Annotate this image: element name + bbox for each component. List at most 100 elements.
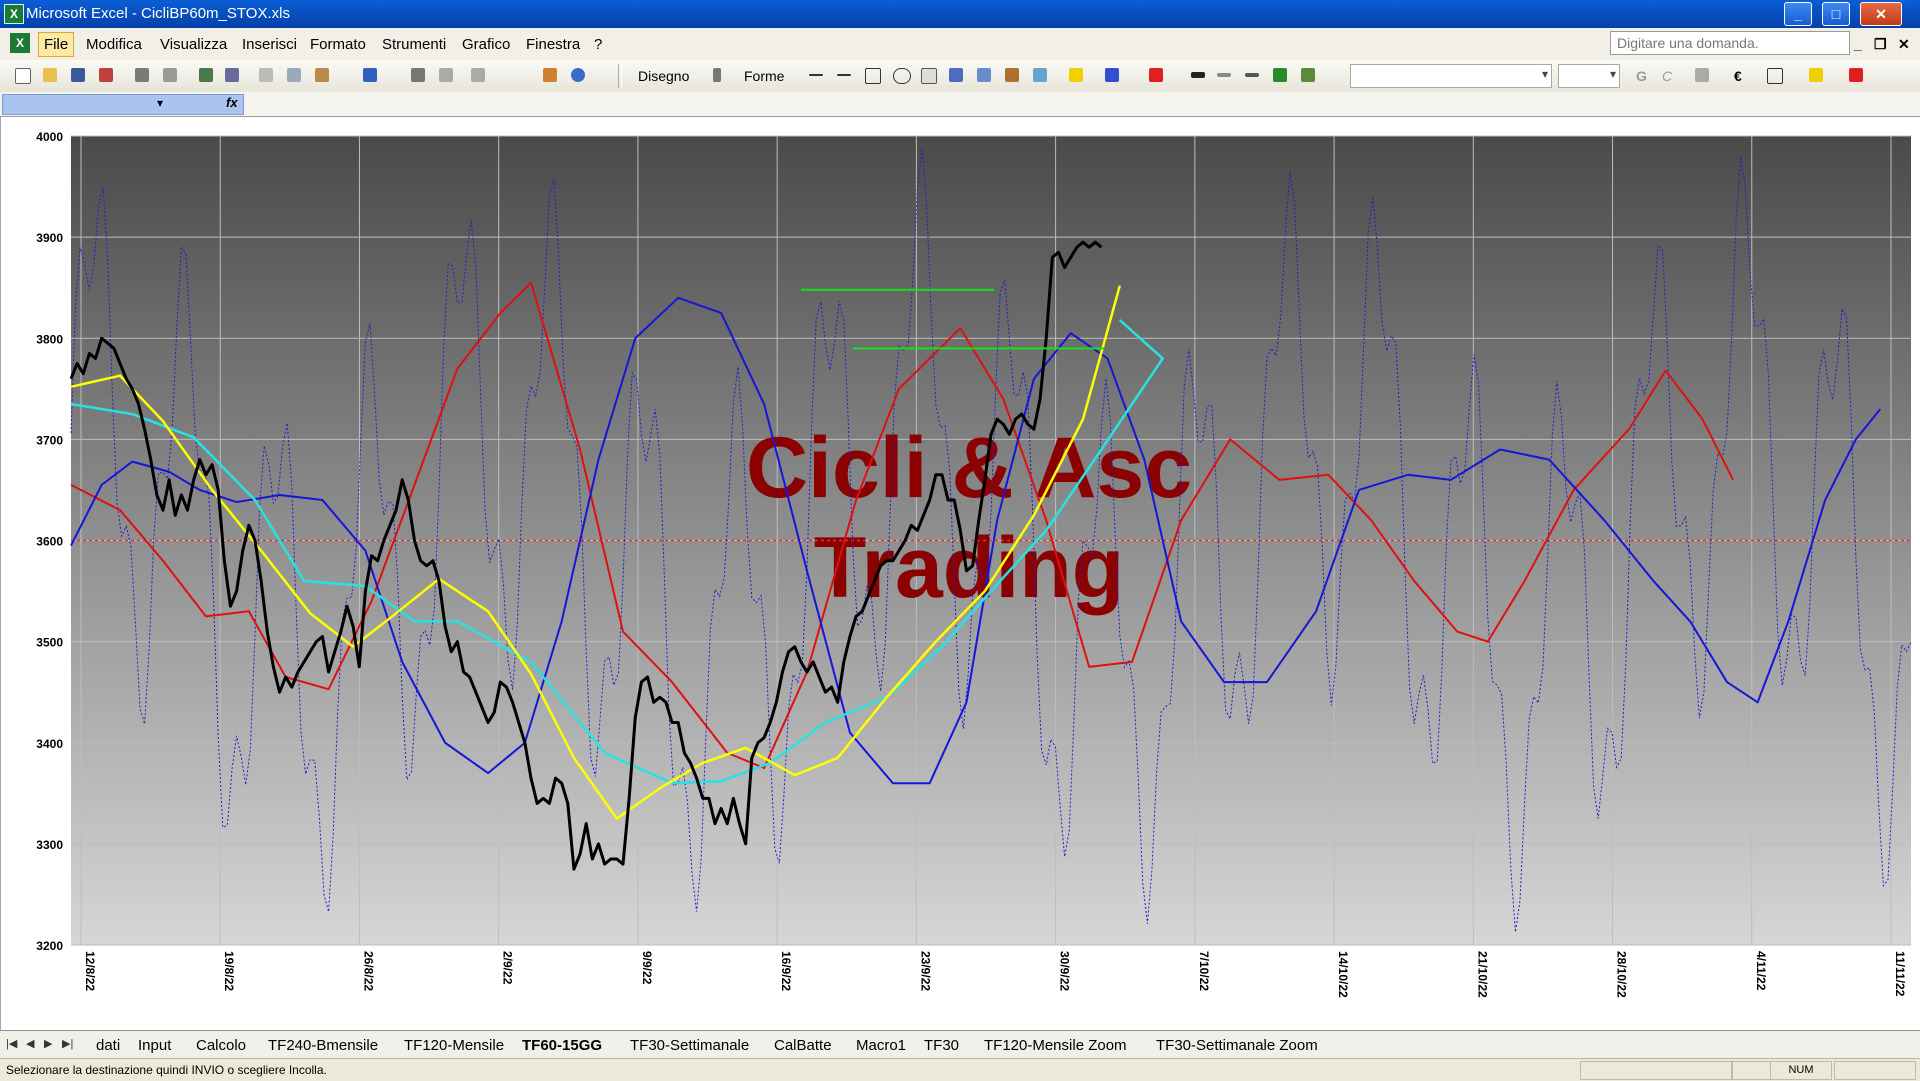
doc-restore-button[interactable]: ❐	[1874, 36, 1887, 53]
excel-doc-icon[interactable]: X	[10, 33, 30, 53]
menu-file[interactable]: File	[38, 32, 75, 57]
fx-button[interactable]: fx	[226, 95, 238, 110]
status-text: Selezionare la destinazione quindi INVIO…	[6, 1063, 327, 1077]
autoshapes-menu[interactable]: Forme	[744, 68, 784, 84]
menu-visualizza[interactable]: Visualizza	[160, 36, 227, 53]
tab-tf30-settimanale-zoom[interactable]: TF30-Settimanale Zoom	[1156, 1037, 1318, 1054]
tab-dati[interactable]: dati	[96, 1037, 120, 1054]
tab-tf30-settimanale[interactable]: TF30-Settimanale	[630, 1037, 749, 1054]
font-size-combo[interactable]	[1558, 64, 1620, 88]
close-button[interactable]: ✕	[1860, 2, 1902, 26]
next-sheet-icon[interactable]: ▶	[44, 1037, 52, 1050]
x-tick-label: 4/11/22	[1754, 951, 1768, 991]
paste-icon[interactable]	[312, 65, 332, 85]
draw-menu[interactable]: Disegno	[638, 68, 689, 84]
bold-button[interactable]: G	[1636, 68, 1647, 84]
formula-bar: fx	[0, 92, 1920, 117]
borders-icon[interactable]	[1764, 65, 1784, 85]
cut-icon[interactable]	[256, 65, 276, 85]
minimize-button[interactable]: _	[1784, 2, 1812, 26]
oval-icon[interactable]	[890, 65, 911, 85]
x-tick-label: 2/9/22	[501, 951, 515, 985]
permission-icon[interactable]	[96, 65, 116, 85]
save-icon[interactable]	[68, 65, 88, 85]
dash-style-icon[interactable]	[1214, 65, 1234, 85]
line-color-icon[interactable]	[1102, 65, 1122, 85]
y-tick-label: 3500	[36, 636, 63, 650]
tab-tf120-mensile-zoom[interactable]: TF120-Mensile Zoom	[984, 1037, 1127, 1054]
menu-bar: X File Modifica Visualizza Inserisci For…	[0, 28, 1920, 61]
new-icon[interactable]	[12, 65, 32, 85]
menu-formato[interactable]: Formato	[310, 36, 366, 53]
tab-tf30[interactable]: TF30	[924, 1037, 959, 1054]
menu-strumenti[interactable]: Strumenti	[382, 36, 446, 53]
last-sheet-icon[interactable]: ▶|	[62, 1037, 73, 1050]
y-tick-label: 3200	[36, 939, 63, 953]
excel-app-icon[interactable]: X	[4, 4, 24, 24]
first-sheet-icon[interactable]: |◀	[6, 1037, 17, 1050]
menu-finestra[interactable]: Finestra	[526, 36, 580, 53]
window-title: Microsoft Excel - CicliBP60m_STOX.xls	[26, 5, 290, 22]
picture-icon[interactable]	[1030, 65, 1050, 85]
arrow-icon[interactable]	[834, 65, 854, 85]
tab-tf240-bmensile[interactable]: TF240-Bmensile	[268, 1037, 378, 1054]
font-color-format-icon[interactable]	[1846, 65, 1866, 85]
diagram-icon[interactable]	[974, 65, 994, 85]
3d-style-icon[interactable]	[1298, 65, 1318, 85]
spelling-icon[interactable]	[196, 65, 216, 85]
hyperlink-icon[interactable]	[408, 65, 428, 85]
fill-color-format-icon[interactable]	[1806, 65, 1826, 85]
print-icon[interactable]	[132, 65, 152, 85]
copy-icon[interactable]	[284, 65, 304, 85]
toolbar: Disegno Forme G C €	[0, 60, 1920, 93]
doc-minimize-button[interactable]: _	[1854, 36, 1862, 52]
line-style-icon[interactable]	[1188, 65, 1208, 85]
menu-grafico[interactable]: Grafico	[462, 36, 510, 53]
tab-calbatte[interactable]: CalBatte	[774, 1037, 832, 1054]
x-tick-label: 16/9/22	[779, 951, 793, 991]
rectangle-icon[interactable]	[862, 65, 882, 85]
help-icon[interactable]	[568, 65, 588, 85]
chart-svg[interactable]: 4000 3900 3800 3700 3600 3500 3400 3300 3200 12/…	[1, 117, 1919, 1030]
autosum-icon[interactable]	[436, 65, 456, 85]
shadow-icon[interactable]	[1270, 65, 1290, 85]
sheet-tabs-bar: |◀ ◀ ▶ ▶| dati Input Calcolo TF240-Bmens…	[0, 1030, 1920, 1059]
fill-color-icon[interactable]	[1066, 65, 1086, 85]
open-icon[interactable]	[40, 65, 60, 85]
arrow-style-icon[interactable]	[1242, 65, 1262, 85]
menu-inserisci[interactable]: Inserisci	[242, 36, 297, 53]
tab-tf60-15gg[interactable]: TF60-15GG	[522, 1037, 602, 1054]
select-objects-icon[interactable]	[710, 65, 730, 85]
x-tick-label: 21/10/22	[1475, 951, 1489, 998]
clipart-icon[interactable]	[1002, 65, 1022, 85]
tab-macro1[interactable]: Macro1	[856, 1037, 906, 1054]
doc-close-button[interactable]: ✕	[1898, 36, 1910, 53]
undo-icon[interactable]	[360, 65, 380, 85]
menu-help[interactable]: ?	[594, 36, 602, 53]
tab-calcolo[interactable]: Calcolo	[196, 1037, 246, 1054]
tab-tf120-mensile[interactable]: TF120-Mensile	[404, 1037, 504, 1054]
font-name-combo[interactable]	[1350, 64, 1552, 88]
x-tick-label: 9/9/22	[640, 951, 654, 985]
menu-modifica[interactable]: Modifica	[86, 36, 142, 53]
wordart-icon[interactable]	[946, 65, 966, 85]
x-tick-label: 30/9/22	[1058, 951, 1072, 991]
align-icon[interactable]	[1692, 65, 1712, 85]
sort-icon[interactable]	[468, 65, 488, 85]
chart-area[interactable]: 4000 3900 3800 3700 3600 3500 3400 3300 3200 12/…	[0, 117, 1920, 1030]
name-box[interactable]	[2, 94, 244, 115]
research-icon[interactable]	[222, 65, 242, 85]
font-color-icon[interactable]	[1146, 65, 1166, 85]
line-icon[interactable]	[806, 65, 826, 85]
italic-button[interactable]: C	[1662, 68, 1672, 84]
textbox-icon[interactable]	[918, 65, 938, 85]
chart-wizard-icon[interactable]	[540, 65, 560, 85]
tab-input[interactable]: Input	[138, 1037, 171, 1054]
x-tick-label: 26/8/22	[361, 951, 375, 991]
euro-button[interactable]: €	[1734, 68, 1742, 84]
num-lock-indicator: NUM	[1770, 1061, 1832, 1080]
print-preview-icon[interactable]	[160, 65, 180, 85]
maximize-button[interactable]: □	[1822, 2, 1850, 26]
question-box[interactable]: Digitare una domanda.	[1610, 31, 1850, 55]
prev-sheet-icon[interactable]: ◀	[26, 1037, 34, 1050]
